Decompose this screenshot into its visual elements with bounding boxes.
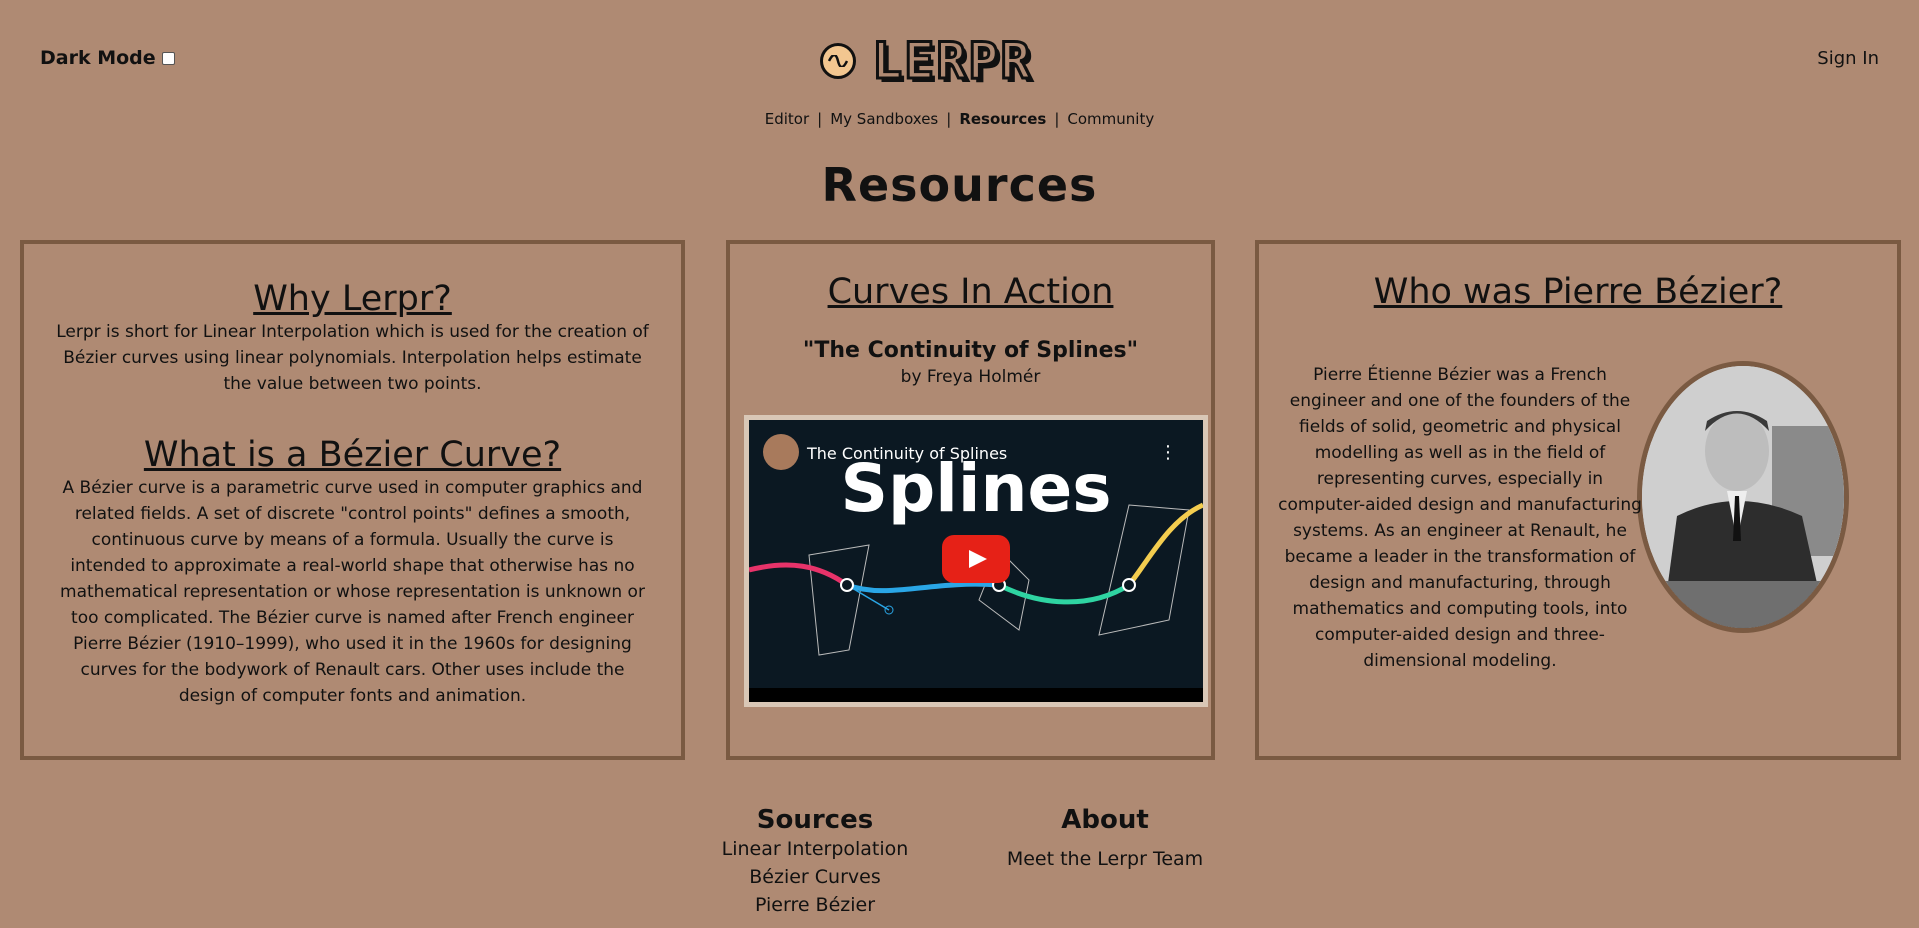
dark-mode-toggle[interactable]: Dark Mode <box>40 47 175 69</box>
sources-section: Sources Linear Interpolation Bézier Curv… <box>700 805 930 919</box>
dark-mode-label: Dark Mode <box>40 47 156 69</box>
video-thumbnail-text: Splines <box>840 450 1112 527</box>
about-title: About <box>1061 805 1149 835</box>
pierre-bezier-title: Who was Pierre Bézier? <box>1373 272 1783 312</box>
why-lerpr-body: Lerpr is short for Linear Interpolation … <box>56 322 649 394</box>
source-link-pierre-bezier[interactable]: Pierre Bézier <box>700 891 930 919</box>
sources-title: Sources <box>756 805 874 835</box>
nav-my-sandboxes[interactable]: My Sandboxes <box>830 110 938 128</box>
play-icon <box>969 550 987 568</box>
what-bezier-body: A Bézier curve is a parametric curve use… <box>60 478 645 706</box>
pierre-bezier-card: Who was Pierre Bézier? Pierre Étienne Bé… <box>1255 240 1901 760</box>
logo[interactable]: LERPR <box>820 32 1033 90</box>
video-quote: "The Continuity of Splines" <box>802 338 1139 363</box>
nav-separator: | <box>946 110 952 128</box>
pierre-bezier-body: Pierre Étienne Bézier was a French engin… <box>1278 365 1642 671</box>
about-section: About Meet the Lerpr Team <box>990 805 1220 873</box>
why-lerpr-title: Why Lerpr? <box>253 279 452 319</box>
logo-text: LERPR <box>871 32 1033 90</box>
dark-mode-checkbox[interactable] <box>161 51 175 65</box>
video-author: by Freya Holmér <box>900 367 1041 387</box>
nav-community[interactable]: Community <box>1067 110 1154 128</box>
nav-resources[interactable]: Resources <box>959 110 1046 128</box>
source-link-bezier-curves[interactable]: Bézier Curves <box>700 863 930 891</box>
main-nav: Editor | My Sandboxes | Resources | Community <box>0 110 1919 128</box>
page-title: Resources <box>821 158 1098 212</box>
curves-in-action-card: Curves In Action "The Continuity of Spli… <box>726 240 1215 760</box>
sign-in-link[interactable]: Sign In <box>1817 48 1879 69</box>
top-bar: Dark Mode LERPR Sign In <box>0 0 1919 120</box>
curves-title: Curves In Action <box>827 272 1114 312</box>
nav-editor[interactable]: Editor <box>765 110 809 128</box>
pierre-bezier-portrait <box>1637 361 1849 633</box>
what-bezier-title: What is a Bézier Curve? <box>143 435 562 475</box>
nav-separator: | <box>1054 110 1060 128</box>
sine-wave-icon <box>820 43 856 79</box>
source-link-linear-interpolation[interactable]: Linear Interpolation <box>700 835 930 863</box>
nav-separator: | <box>817 110 823 128</box>
play-button[interactable] <box>942 535 1010 583</box>
meet-team-link[interactable]: Meet the Lerpr Team <box>990 845 1220 873</box>
why-lerpr-card: Why Lerpr? Lerpr is short for Linear Int… <box>20 240 685 760</box>
video-embed[interactable]: The Continuity of Splines ⋮ Splines <box>744 415 1208 707</box>
